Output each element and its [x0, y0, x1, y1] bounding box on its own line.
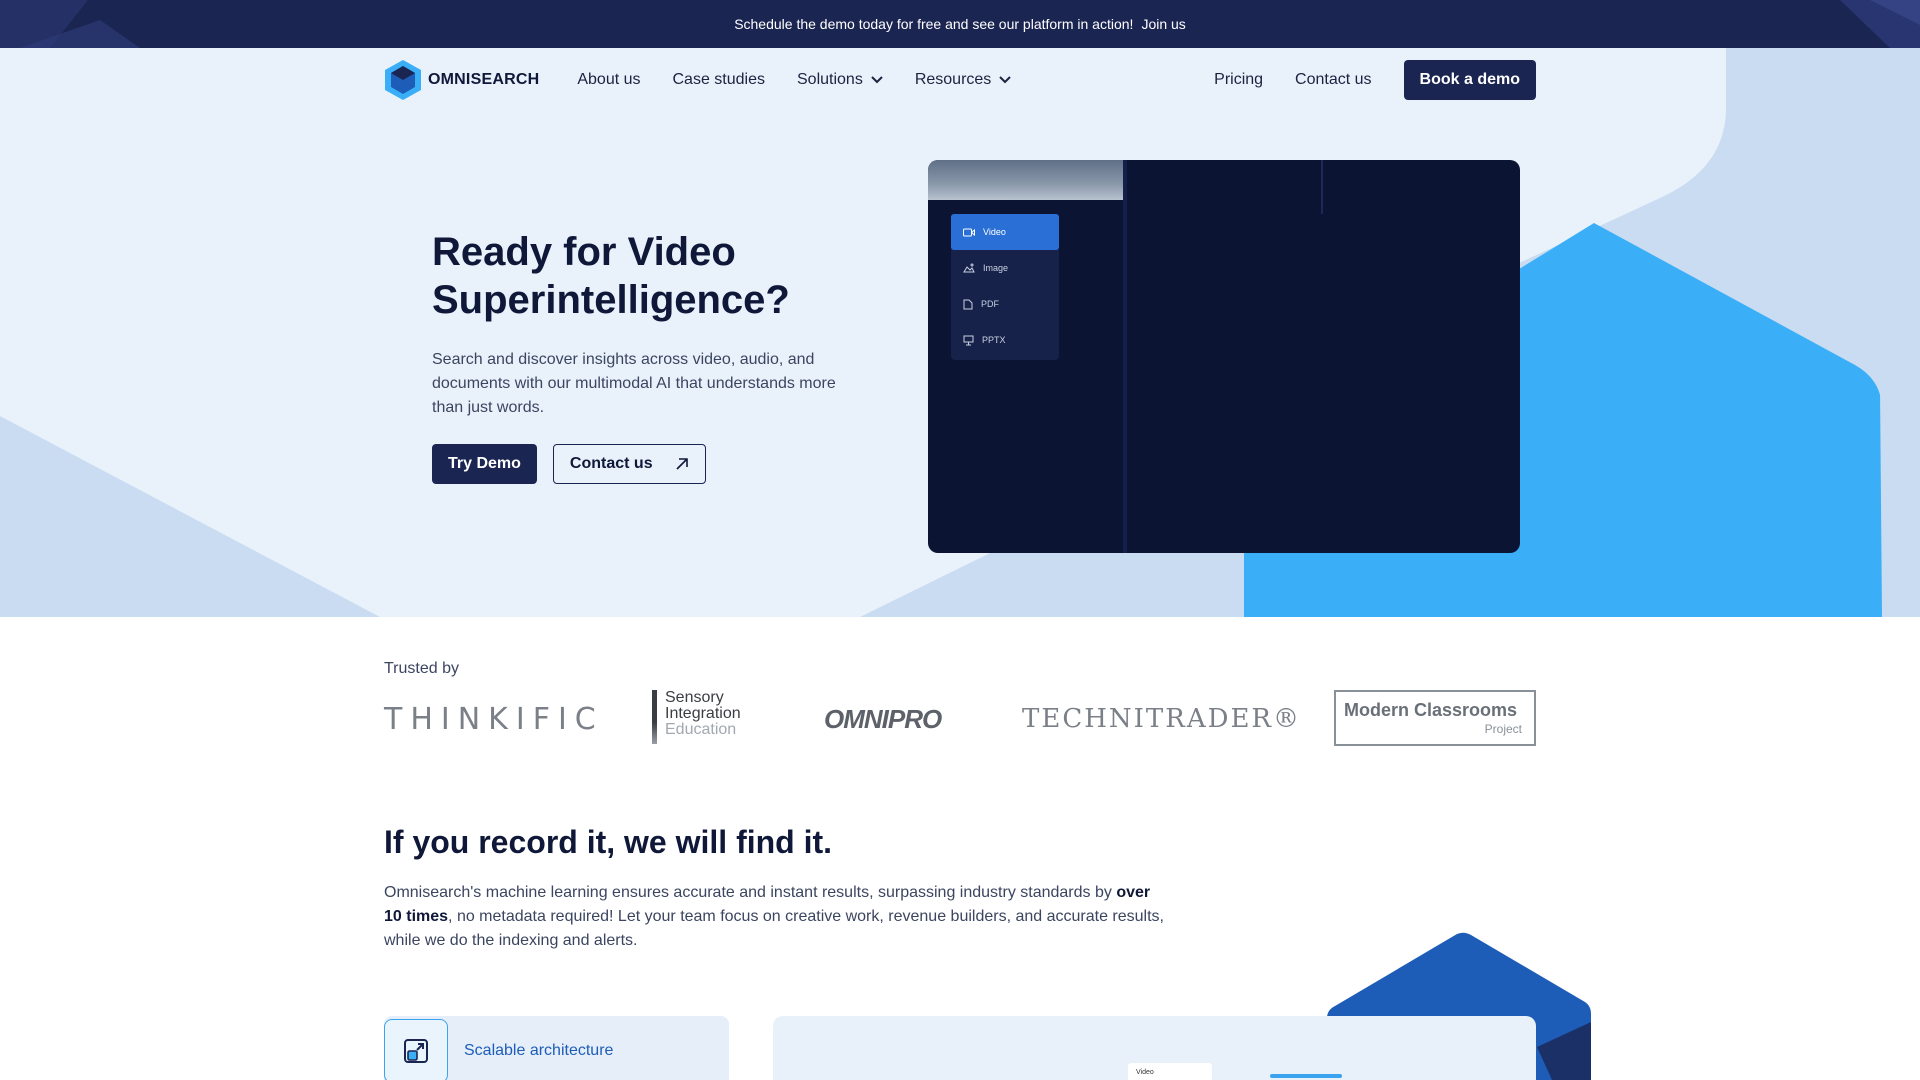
- logo-sensory-integration-education: Sensory Integration Education: [652, 690, 741, 744]
- trusted-by-label: Trusted by: [384, 660, 459, 677]
- feature-icon-box: [384, 1019, 448, 1080]
- feature-card-scalable-architecture[interactable]: Scalable architecture: [384, 1016, 729, 1080]
- hero-subtitle: Search and discover insights across vide…: [432, 351, 836, 416]
- logo-modern-classrooms-project: Modern Classrooms Project: [1334, 690, 1536, 746]
- hero-title: Ready for Video Superintelligence?: [432, 230, 790, 322]
- menu-item-pptx[interactable]: PPTX: [951, 322, 1059, 358]
- nav-case-studies[interactable]: Case studies: [673, 71, 766, 89]
- announcement-decoration-right: [1840, 0, 1920, 48]
- feature-preview-panel: Video: [773, 1016, 1536, 1080]
- nav-resources[interactable]: Resources: [914, 71, 1012, 89]
- join-us-link[interactable]: Join us: [1141, 16, 1185, 32]
- logo-mcp-title: Modern Classrooms: [1344, 700, 1518, 720]
- menu-item-pptx-label: PPTX: [982, 335, 1006, 345]
- section-body: Omnisearch's machine learning ensures ac…: [384, 881, 1164, 953]
- section-title: If you record it, we will find it.: [384, 824, 833, 860]
- book-demo-button[interactable]: Book a demo: [1403, 60, 1536, 100]
- logo-mcp-subtitle: Project: [1484, 722, 1522, 736]
- presentation-icon: [963, 335, 974, 345]
- logo-technitrader: TECHNITRADER®: [1022, 704, 1302, 734]
- logo-sensory-line-1: Sensory: [665, 689, 724, 706]
- logo-sensory-line-3: Education: [665, 721, 737, 738]
- chevron-down-icon: [999, 76, 1012, 84]
- expand-icon: [404, 1039, 428, 1063]
- customer-logos: THINKIFIC Sensory Integration Education …: [384, 688, 1536, 748]
- nav-about-us[interactable]: About us: [577, 71, 640, 89]
- panel-divider: [1123, 160, 1127, 553]
- hero-buttons: Try Demo Contact us: [432, 444, 706, 484]
- chevron-down-icon: [871, 76, 883, 84]
- section-body-text-end: , no metadata required! Let your team fo…: [384, 908, 1164, 949]
- nav-solutions[interactable]: Solutions: [797, 71, 883, 89]
- announcement-text: Schedule the demo today for free and see…: [734, 16, 1134, 32]
- menu-item-video[interactable]: Video: [951, 214, 1059, 250]
- nav-solutions-label: Solutions: [797, 71, 863, 88]
- file-icon: [963, 299, 973, 309]
- arrow-up-right-icon: [676, 458, 688, 470]
- logo-thinkific: THINKIFIC: [384, 702, 604, 737]
- announcement-bar: Schedule the demo today for free and see…: [0, 0, 1920, 48]
- media-type-menu: Video Image PDF PPTX: [951, 214, 1059, 360]
- try-demo-button[interactable]: Try Demo: [432, 444, 537, 484]
- preview-video-chip: Video: [1128, 1063, 1212, 1080]
- app-preview-mockup: Video Image PDF PPTX: [928, 160, 1520, 553]
- menu-item-image-label: Image: [983, 263, 1009, 273]
- hexagon-logo-icon: [385, 60, 421, 100]
- preview-chip-label: Video: [1136, 1069, 1154, 1076]
- omnisearch-logo[interactable]: OMNISEARCH: [384, 59, 539, 101]
- announcement-decoration-left: [0, 0, 140, 48]
- nav-case-studies-label: Case studies: [672, 71, 766, 88]
- logo-sensory-bar: [652, 690, 657, 744]
- contact-us-button[interactable]: Contact us: [552, 444, 706, 484]
- nav-pricing[interactable]: Pricing: [1214, 71, 1263, 89]
- image-icon: [963, 263, 975, 273]
- video-thumbnail: [928, 160, 1124, 200]
- section-body-text: Omnisearch's machine learning ensures ac…: [384, 884, 1117, 901]
- nav-about-us-label: About us: [577, 71, 641, 88]
- panel-divider-secondary: [1321, 160, 1323, 214]
- preview-progress-accent: [1270, 1074, 1342, 1078]
- menu-item-pdf-label: PDF: [981, 299, 999, 309]
- nav-right-group: Pricing Contact us Book a demo: [1214, 60, 1536, 100]
- feature-label: Scalable architecture: [464, 1042, 614, 1059]
- menu-item-image[interactable]: Image: [951, 250, 1059, 286]
- logo-sensory-line-2: Integration: [665, 705, 741, 722]
- contact-us-label: Contact us: [569, 455, 653, 472]
- menu-item-pdf[interactable]: PDF: [951, 286, 1059, 322]
- video-icon: [963, 228, 975, 236]
- logo-sensory-words: Sensory Integration Education: [665, 690, 741, 744]
- logo-omnipro: OMNIPRO: [824, 704, 942, 734]
- logo-text: OMNISEARCH: [428, 71, 540, 88]
- menu-item-video-label: Video: [983, 227, 1006, 237]
- nav-resources-label: Resources: [914, 71, 992, 88]
- nav-contact-us[interactable]: Contact us: [1295, 71, 1371, 89]
- main-navigation: OMNISEARCH About us Case studies Solutio…: [384, 48, 1536, 112]
